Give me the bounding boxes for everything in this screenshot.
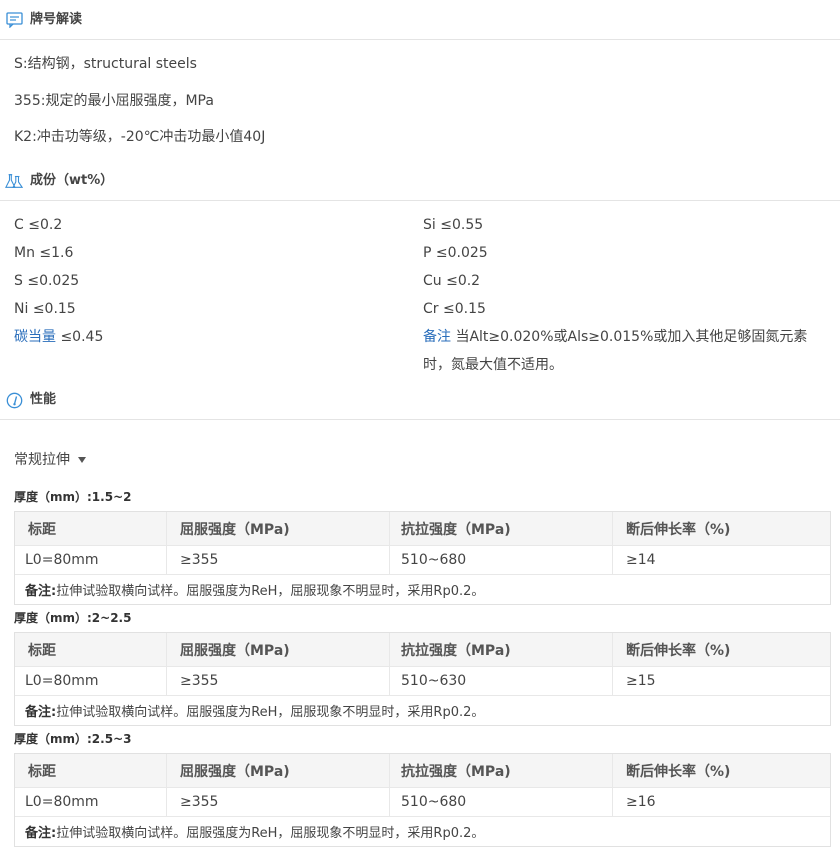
tensile-table-2: 标距 屈服强度（MPa) 抗拉强度（MPa) 断后伸长率（%) L0=80mm … — [14, 632, 831, 726]
tensile-type-label: 常规拉伸 — [14, 452, 70, 468]
col-gauge-length: 标距 — [15, 633, 167, 666]
col-elongation: 断后伸长率（%) — [626, 642, 731, 659]
ceq-value: ≤0.45 — [60, 329, 104, 345]
table-note: 备注: 拉伸试验取横向试样。屈服强度为ReH，屈服现象不明显时，采用Rp0.2。 — [15, 817, 830, 846]
cell-gauge-length: L0=80mm — [15, 667, 167, 695]
table-note-row: 备注: 拉伸试验取横向试样。屈服强度为ReH，屈服现象不明显时，采用Rp0.2。 — [15, 696, 830, 725]
grade-line-2: 355:规定的最小屈服强度，MPa — [14, 93, 214, 109]
note-text: 拉伸试验取横向试样。屈服强度为ReH，屈服现象不明显时，采用Rp0.2。 — [56, 584, 485, 599]
col-yield-strength: 屈服强度（MPa) — [167, 754, 390, 787]
col-tensile-strength: 抗拉强度（MPa) — [390, 633, 613, 666]
composition-si: Si ≤0.55 — [423, 217, 484, 233]
table-header-row: 标距 屈服强度（MPa) 抗拉强度（MPa) 断后伸长率（%) — [15, 754, 830, 788]
cell-tensile-strength: 510~680 — [390, 546, 613, 574]
note-label: 备注: — [25, 826, 57, 841]
col-tensile-strength: 抗拉强度（MPa) — [390, 754, 613, 787]
tensile-type-dropdown[interactable]: 常规拉伸 — [14, 451, 86, 469]
cell-gauge-length: L0=80mm — [15, 788, 167, 816]
table-header-row: 标距 屈服强度（MPa) 抗拉强度（MPa) 断后伸长率（%) — [15, 633, 830, 667]
cell-elongation: ≥14 — [626, 552, 656, 568]
grade-line-3: K2:冲击功等级，-20℃冲击功最小值40J — [14, 129, 266, 145]
composition-p: P ≤0.025 — [423, 245, 488, 261]
col-tensile-strength: 抗拉强度（MPa) — [390, 512, 613, 545]
table-row: L0=80mm ≥355 510~630 ≥15 — [15, 667, 830, 696]
caret-down-icon — [78, 457, 86, 463]
table-note-row: 备注: 拉伸试验取横向试样。屈服强度为ReH，屈服现象不明显时，采用Rp0.2。 — [15, 817, 830, 846]
col-yield-strength: 屈服强度（MPa) — [167, 633, 390, 666]
table-note: 备注: 拉伸试验取横向试样。屈服强度为ReH，屈服现象不明显时，采用Rp0.2。 — [15, 696, 830, 725]
composition-c: C ≤0.2 — [14, 217, 63, 233]
grade-section-title: 牌号解读 — [30, 12, 83, 27]
cell-elongation: ≥15 — [626, 673, 656, 689]
table-note: 备注: 拉伸试验取横向试样。屈服强度为ReH，屈服现象不明显时，采用Rp0.2。 — [15, 575, 830, 604]
table-header-row: 标距 屈服强度（MPa) 抗拉强度（MPa) 断后伸长率（%) — [15, 512, 830, 546]
thickness-label-3: 厚度（mm）:2.5~3 — [14, 732, 132, 746]
cell-yield-strength: ≥355 — [167, 788, 390, 816]
table-row: L0=80mm ≥355 510~680 ≥16 — [15, 788, 830, 817]
table-row: L0=80mm ≥355 510~680 ≥14 — [15, 546, 830, 575]
cell-tensile-strength: 510~680 — [390, 788, 613, 816]
cell-tensile-strength: 510~630 — [390, 667, 613, 695]
col-elongation: 断后伸长率（%) — [626, 521, 731, 538]
col-yield-strength: 屈服强度（MPa) — [167, 512, 390, 545]
table-note-row: 备注: 拉伸试验取横向试样。屈服强度为ReH，屈服现象不明显时，采用Rp0.2。 — [15, 575, 830, 604]
composition-section-title: 成份（wt%） — [30, 173, 114, 188]
col-gauge-length: 标距 — [15, 512, 167, 545]
note-text: 拉伸试验取横向试样。屈服强度为ReH，屈服现象不明显时，采用Rp0.2。 — [56, 705, 485, 720]
cell-yield-strength: ≥355 — [167, 546, 390, 574]
col-gauge-length: 标距 — [15, 754, 167, 787]
gauge-icon — [5, 391, 23, 409]
composition-s: S ≤0.025 — [14, 273, 80, 289]
note-label: 备注: — [25, 705, 57, 720]
composition-mn: Mn ≤1.6 — [14, 245, 74, 261]
tensile-table-1: 标距 屈服强度（MPa) 抗拉强度（MPa) 断后伸长率（%) L0=80mm … — [14, 511, 831, 605]
ceq-label: 碳当量 — [14, 329, 56, 345]
composition-note-text: 当Alt≥0.020%或Als≥0.015%或加入其他足够固氮元素时，氮最大值不… — [423, 329, 808, 373]
composition-cu: Cu ≤0.2 — [423, 273, 481, 289]
col-elongation: 断后伸长率（%) — [626, 763, 731, 780]
composition-ni: Ni ≤0.15 — [14, 301, 76, 317]
composition-note-label: 备注 — [423, 329, 451, 345]
composition-cr: Cr ≤0.15 — [423, 301, 486, 317]
grade-line-1: S:结构钢，structural steels — [14, 56, 197, 72]
thickness-label-1: 厚度（mm）:1.5~2 — [14, 490, 132, 504]
properties-section-header: 性能 — [0, 380, 840, 420]
note-text: 拉伸试验取横向试样。屈服强度为ReH，屈服现象不明显时，采用Rp0.2。 — [56, 826, 485, 841]
composition-note: 备注 当Alt≥0.020%或Als≥0.015%或加入其他足够固氮元素时，氮最… — [423, 323, 833, 379]
note-label: 备注: — [25, 584, 57, 599]
composition-ceq: 碳当量 ≤0.45 — [14, 328, 103, 346]
tensile-table-3: 标距 屈服强度（MPa) 抗拉强度（MPa) 断后伸长率（%) L0=80mm … — [14, 753, 831, 847]
flask-icon — [5, 172, 23, 190]
cell-gauge-length: L0=80mm — [15, 546, 167, 574]
composition-section-header: 成份（wt%） — [0, 161, 840, 201]
comment-icon — [5, 11, 23, 29]
cell-elongation: ≥16 — [626, 794, 656, 810]
properties-section-title: 性能 — [30, 392, 57, 407]
thickness-label-2: 厚度（mm）:2~2.5 — [14, 611, 132, 625]
cell-yield-strength: ≥355 — [167, 667, 390, 695]
grade-section-header: 牌号解读 — [0, 0, 840, 40]
